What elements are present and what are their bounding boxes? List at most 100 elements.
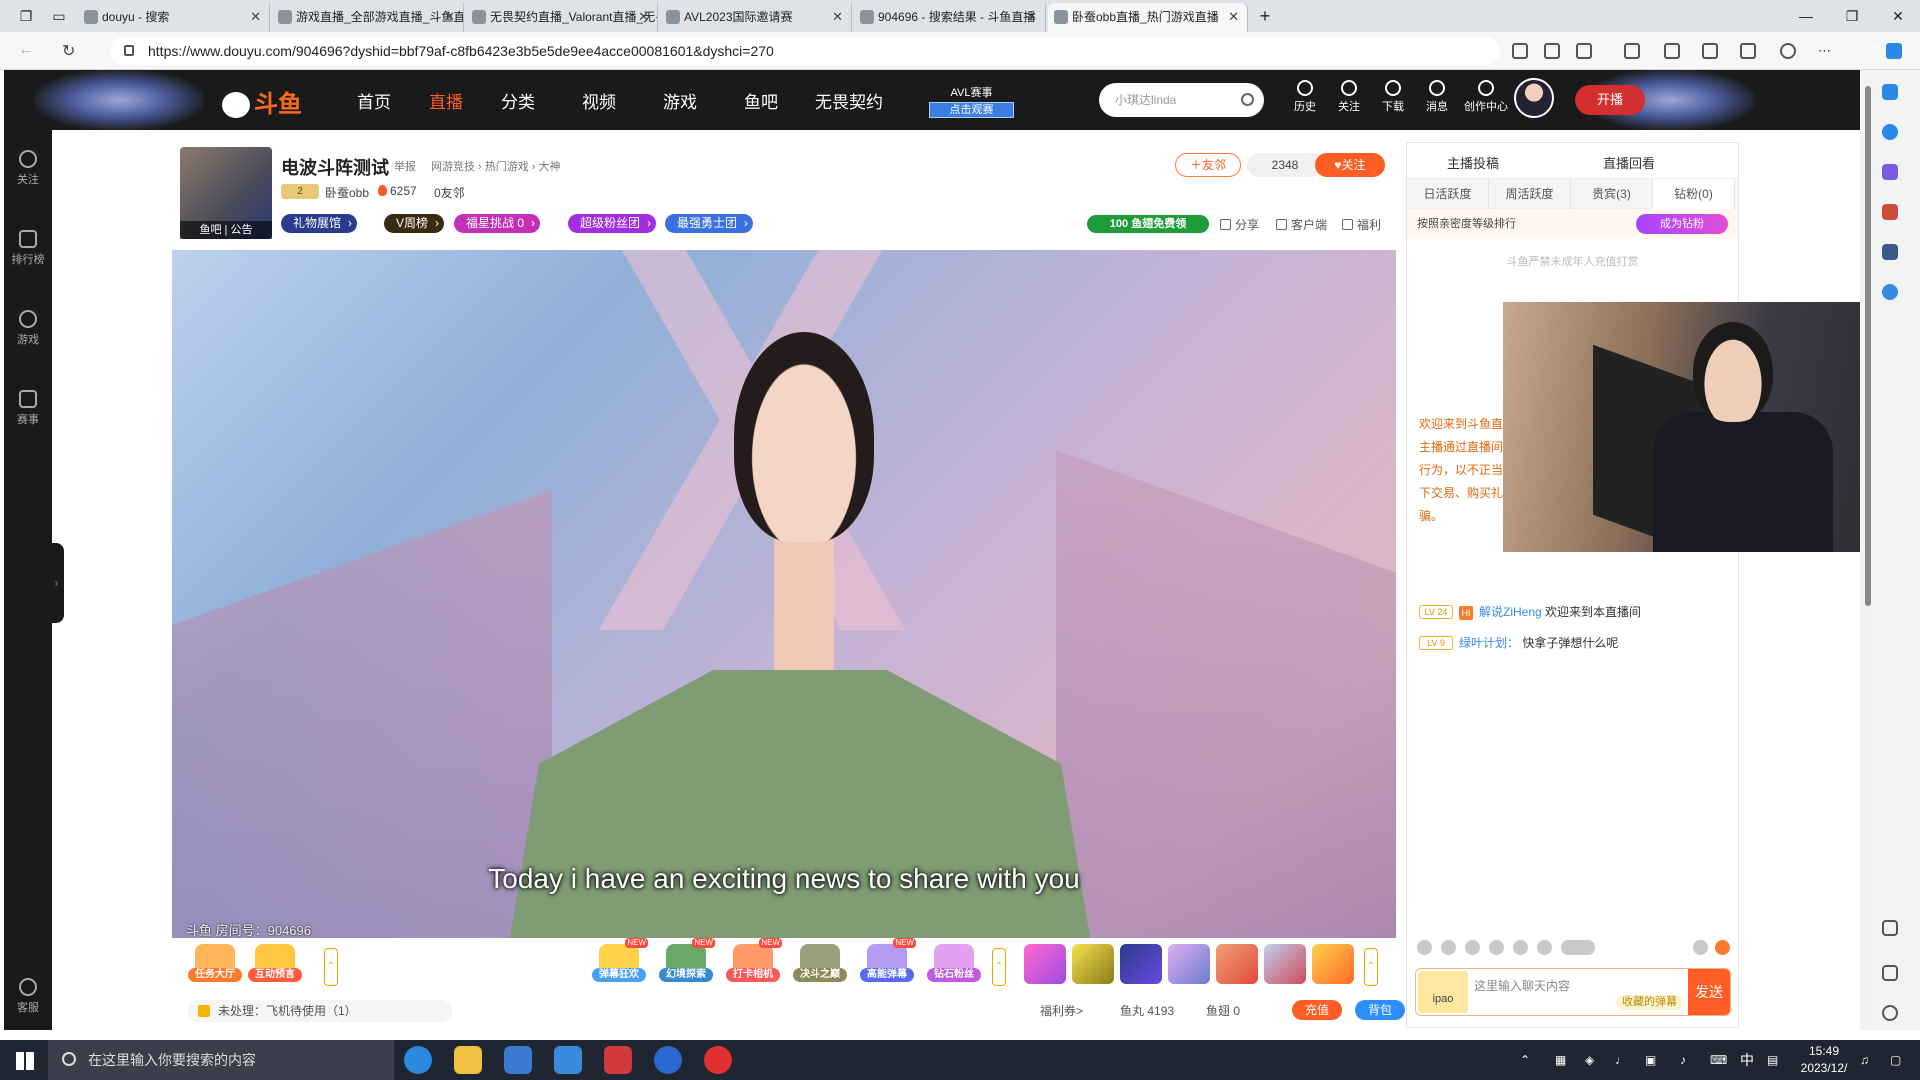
tray-display-icon[interactable]: ▣ (1645, 1040, 1656, 1080)
valorant-app-icon[interactable] (604, 1046, 632, 1074)
browser-tab[interactable]: douyu - 搜索 ✕ (78, 3, 270, 32)
external-link-icon[interactable] (1882, 965, 1898, 981)
rail-leaderboard[interactable]: 排行榜 (4, 230, 52, 267)
tray-volume-icon[interactable]: ♪ (1680, 1040, 1686, 1080)
nav-valorant[interactable]: 无畏契约 (815, 88, 883, 113)
collections-icon[interactable] (1702, 43, 1718, 59)
rail-follow[interactable]: 关注 (4, 150, 52, 187)
gift-duel-peak[interactable]: 决斗之巅 (793, 944, 847, 986)
rail-events[interactable]: 赛事 (4, 390, 52, 427)
ime-mode[interactable]: 中 (1740, 1040, 1754, 1080)
browser-tab[interactable]: 无畏契约直播_Valorant直播_无畏 ✕ (466, 3, 658, 32)
rail-expand-toggle[interactable]: › (49, 543, 64, 623)
minimize-icon[interactable]: — (1783, 0, 1829, 32)
workspaces-icon[interactable]: ❐ (6, 0, 46, 32)
mail-icon[interactable] (554, 1046, 582, 1074)
tray-mic2-icon[interactable]: ♫ (1860, 1040, 1869, 1080)
close-tab-icon[interactable]: ✕ (832, 3, 843, 31)
creator-center-button[interactable]: 创作中心 (1462, 80, 1510, 114)
nav-fishbar[interactable]: 鱼吧 (744, 88, 778, 113)
gift-item-6[interactable] (1264, 944, 1306, 984)
bell-icon[interactable] (1882, 84, 1898, 100)
favorite-star-icon[interactable] (1576, 43, 1592, 59)
douyu-logo[interactable]: 斗鱼 (222, 84, 302, 118)
send-button[interactable]: 发送 (1688, 969, 1730, 1015)
nav-games[interactable]: 游戏 (663, 88, 697, 113)
recharge-button[interactable]: 充值 (1292, 1000, 1342, 1020)
room-cover[interactable]: 鱼吧 | 公告 (180, 147, 272, 239)
browser-tab-active[interactable]: 卧蚕obb直播_热门游戏直播 ✕ (1048, 3, 1248, 32)
welfare-button[interactable]: 福利 (1342, 216, 1381, 233)
close-tab-icon[interactable]: ✕ (1228, 3, 1239, 31)
page-scrollbar[interactable] (1863, 76, 1873, 1030)
close-window-icon[interactable]: ✕ (1875, 0, 1920, 32)
friend-button[interactable]: ＋友邻 (1175, 153, 1241, 177)
gift-item-4[interactable] (1168, 944, 1210, 984)
gift-item-1[interactable] (1024, 944, 1066, 984)
gift-item-5[interactable] (1216, 944, 1258, 984)
gift-dream-explore[interactable]: NEW 幻境探索 (659, 938, 715, 986)
tray-security-icon[interactable]: ◈ (1585, 1040, 1594, 1080)
scroll-thumb[interactable] (1865, 86, 1871, 606)
tab-actions-icon[interactable]: ▭ (44, 0, 74, 32)
tab-diamond-fans[interactable]: 钻粉(0) (1653, 179, 1735, 209)
welfare-coupon-link[interactable]: 福利券> (1040, 1002, 1083, 1019)
tab-weekly[interactable]: 周活跃度 (1489, 179, 1571, 209)
new-tab-button[interactable]: + (1250, 0, 1280, 32)
pill-gift-hall[interactable]: 礼物展馆 › (281, 214, 358, 233)
follow-button[interactable]: ♥关注 (1315, 153, 1385, 177)
pill-v-weekly[interactable]: V周榜 › (384, 214, 445, 233)
close-tab-icon[interactable]: ✕ (444, 3, 455, 31)
gift-effect-icon[interactable] (1715, 940, 1730, 955)
pill-super-fans[interactable]: 超级粉丝团 › (568, 214, 657, 233)
tray-chevron-icon[interactable]: ⌃ (1520, 1040, 1530, 1080)
collected-barrage-button[interactable]: 收藏的弹幕 (1616, 995, 1683, 1010)
nav-live[interactable]: 直播 (429, 88, 463, 113)
settings-icon[interactable] (1537, 940, 1552, 955)
video-player[interactable]: Today i have an exciting news to share w… (172, 250, 1396, 938)
douyu-app-icon[interactable] (704, 1046, 732, 1074)
extension-icon[interactable] (1740, 43, 1756, 59)
taskbar-clock[interactable]: 15:49 2023/12/ (1794, 1043, 1854, 1077)
profile-icon[interactable] (1780, 43, 1796, 59)
expand-left-button[interactable]: ⌃ (324, 948, 338, 986)
streamer-webcam[interactable] (1503, 302, 1904, 552)
replay-link[interactable]: 直播回看 (1603, 153, 1655, 172)
windows-start-icon[interactable] (16, 1052, 34, 1070)
pending-items[interactable]: 未处理：飞机待使用（1） (188, 1000, 452, 1022)
tab-daily[interactable]: 日活跃度 (1407, 179, 1489, 209)
messages-button[interactable]: 消息 (1417, 80, 1457, 114)
fans-icon[interactable] (1489, 940, 1504, 955)
share-button[interactable]: 分享 (1220, 216, 1259, 233)
tray-calendar-icon[interactable]: ▤ (1767, 1040, 1778, 1080)
expand-right-button[interactable]: ⌃ (1364, 948, 1378, 986)
nav-video[interactable]: 视频 (582, 88, 616, 113)
tray-mic-icon[interactable]: ♩ (1615, 1040, 1627, 1080)
backpack-button[interactable]: 背包 (1355, 1000, 1405, 1020)
rail-support[interactable]: 客服 (4, 978, 52, 1015)
ipao-button[interactable]: ipao (1418, 971, 1468, 1013)
back-icon[interactable]: ← (18, 41, 34, 59)
horn-icon[interactable] (1441, 940, 1456, 955)
capture-icon[interactable] (1882, 920, 1898, 936)
nav-category[interactable]: 分类 (501, 88, 535, 113)
favorites-icon[interactable] (1664, 43, 1680, 59)
split-screen-icon[interactable] (1624, 43, 1640, 59)
gift-checkin-camera[interactable]: NEW 打卡相机 (726, 938, 782, 986)
client-button[interactable]: 客户端 (1276, 216, 1327, 233)
expand-center-button[interactable]: ⌃ (992, 948, 1006, 986)
gift-barrage-carnival[interactable]: NEW 弹幕狂欢 (592, 938, 648, 986)
key-icon[interactable] (1512, 43, 1528, 59)
shopping-icon[interactable] (1882, 204, 1898, 220)
prediction-button[interactable]: 互动预言 (248, 944, 302, 986)
games-icon[interactable] (1882, 244, 1898, 260)
gift-item-7[interactable] (1312, 944, 1354, 984)
more-menu-icon[interactable]: ⋯ (1818, 43, 1834, 59)
close-tab-icon[interactable]: ✕ (1026, 3, 1037, 31)
gear-icon[interactable] (1882, 1005, 1898, 1021)
close-tab-icon[interactable]: ✕ (250, 3, 261, 31)
pill-warrior-group[interactable]: 最强勇士团 › (665, 214, 754, 233)
task-hall-button[interactable]: 任务大厅 (188, 944, 242, 986)
nav-home[interactable]: 首页 (357, 88, 391, 113)
category-breadcrumb[interactable]: 网游竞技 › 热门游戏 › 大神 (431, 158, 561, 174)
